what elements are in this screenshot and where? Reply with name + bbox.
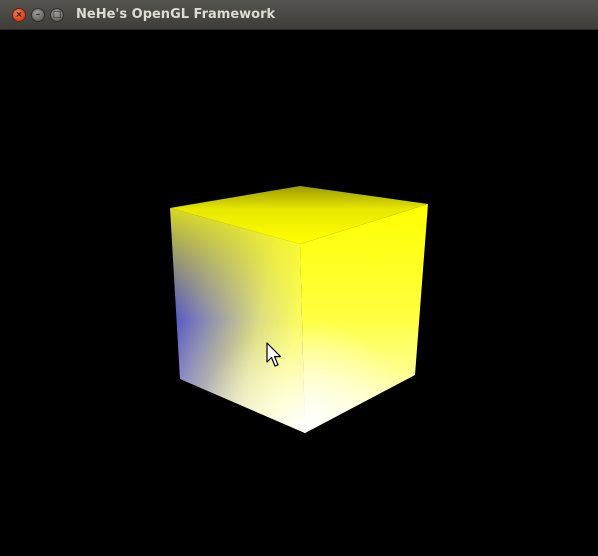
- maximize-icon: □: [52, 9, 62, 20]
- cube-render: [170, 186, 428, 433]
- title-bar[interactable]: × – □ NeHe's OpenGL Framework: [0, 0, 598, 30]
- opengl-viewport[interactable]: [0, 30, 598, 556]
- app-window: × – □ NeHe's OpenGL Framework: [0, 0, 598, 556]
- minimize-button[interactable]: –: [31, 8, 45, 22]
- maximize-button[interactable]: □: [50, 8, 64, 22]
- window-title: NeHe's OpenGL Framework: [76, 7, 276, 22]
- minimize-icon: –: [35, 9, 41, 20]
- close-icon: ×: [15, 9, 23, 20]
- arrow-cursor-icon: [266, 342, 282, 367]
- close-button[interactable]: ×: [12, 8, 26, 22]
